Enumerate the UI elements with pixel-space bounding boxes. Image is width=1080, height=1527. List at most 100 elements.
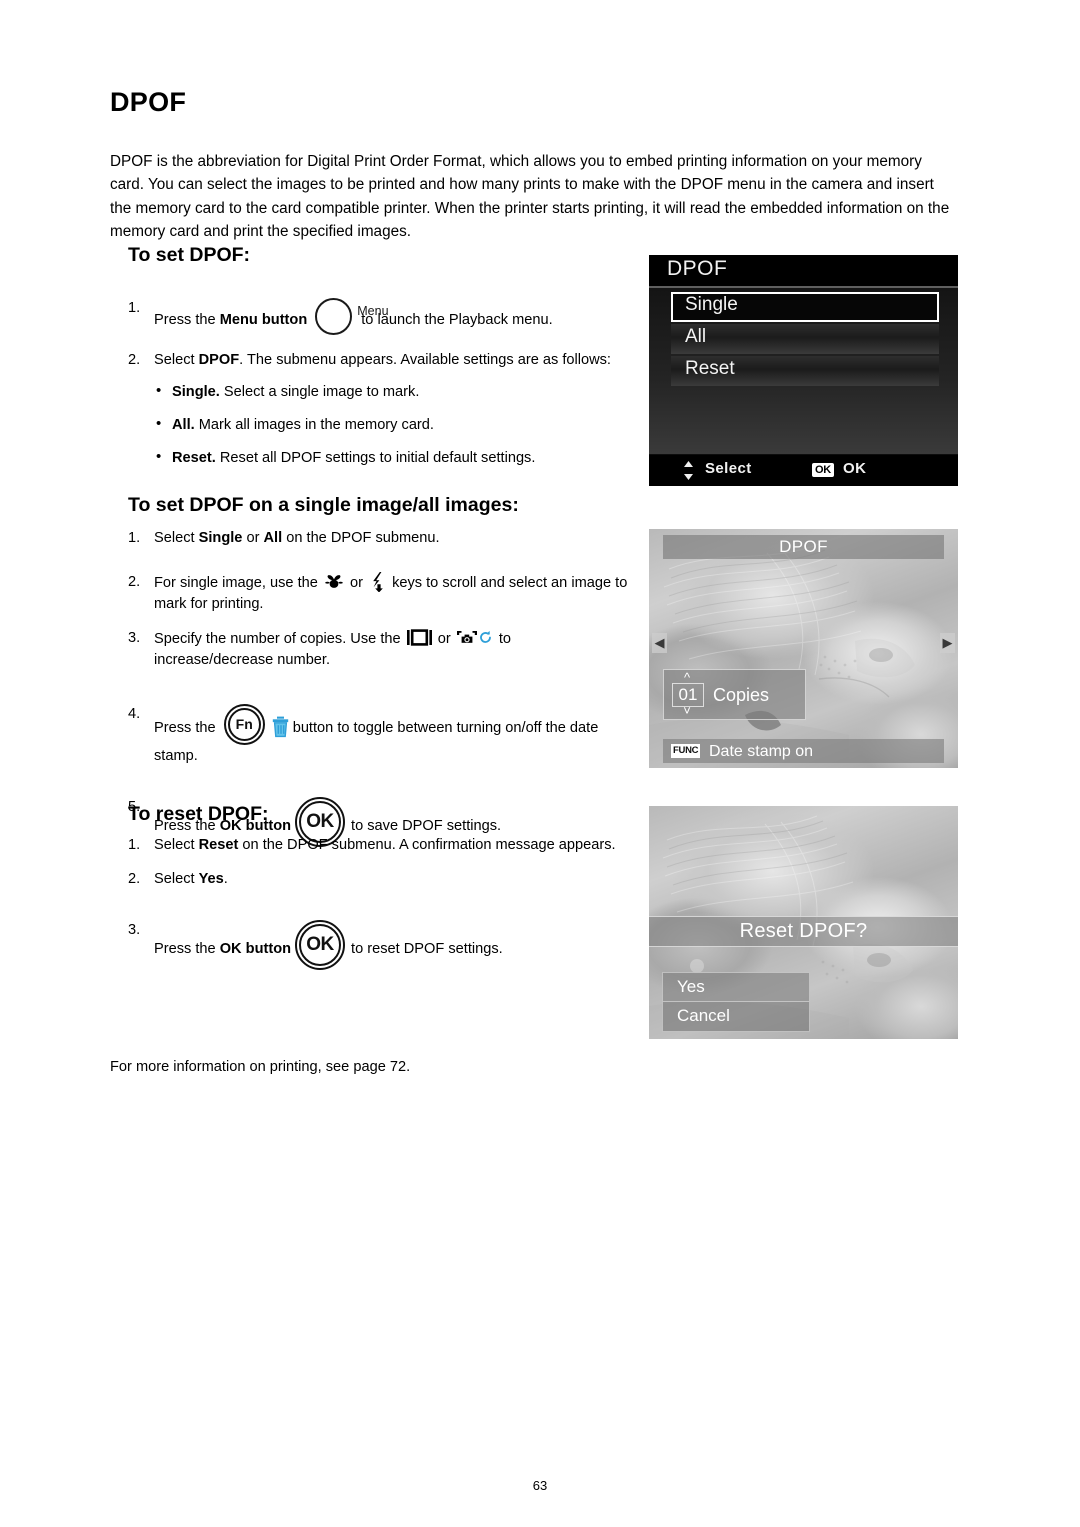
step-text-post: button to toggle between turning on/off … xyxy=(154,719,599,764)
chevron-down-icon[interactable]: ˅ xyxy=(676,704,698,717)
step-text-pre: For single image, use the xyxy=(154,574,322,591)
menu-item-label: Reset xyxy=(685,358,735,379)
step-number: 3. xyxy=(128,922,141,938)
step-text-post: to launch the Playback menu. xyxy=(361,312,553,328)
date-stamp-status: Date stamp on xyxy=(709,743,814,760)
step-text-post: to reset DPOF settings. xyxy=(351,941,503,957)
cat-photo-fur-detail xyxy=(649,543,915,768)
screenshot-dpof-menu: DPOF Single All Reset Select OK OK xyxy=(649,255,958,486)
step-number: 1. xyxy=(128,300,141,316)
step-text-pre: Press the xyxy=(154,941,220,957)
trash-delete-icon xyxy=(272,716,289,738)
step-text-bold: Reset xyxy=(198,837,239,853)
menu-button-label: Menu xyxy=(357,304,389,318)
reset-option-cancel[interactable]: Cancel xyxy=(662,1002,810,1032)
step-item: 2. Select DPOF. The submenu appears. Ava… xyxy=(128,350,628,468)
step-text-post: . xyxy=(223,870,228,887)
reset-option-yes[interactable]: Yes xyxy=(662,972,810,1002)
page-number: 63 xyxy=(532,1478,548,1493)
rotate-arrow-icon xyxy=(478,630,493,645)
step-text-post: . The submenu appears. Available setting… xyxy=(239,352,611,368)
list-item: Reset. Reset all DPOF settings to initia… xyxy=(154,447,628,468)
step-text-pre: Select xyxy=(154,837,199,853)
step-item: 3. Specify the number of copies. Use the… xyxy=(128,628,628,672)
menu-item-single[interactable]: Single xyxy=(671,292,939,322)
step-text-bold: Yes xyxy=(198,870,224,887)
steps-to-reset-dpof: 1. Select Reset on the DPOF submenu. A c… xyxy=(128,835,628,979)
list-item: Single. Select a single image to mark. xyxy=(154,381,628,402)
section-heading-to-set-dpof: To set DPOF: xyxy=(128,244,251,266)
step-text-bold-single: Single xyxy=(198,530,243,546)
macro-flower-icon xyxy=(324,573,344,591)
lcd-title-bar: DPOF xyxy=(649,255,958,288)
section-heading-to-reset-dpof: To reset DPOF: xyxy=(128,803,269,825)
step-item: 2. For single image, use the or keys to … xyxy=(128,571,628,616)
ok-key-badge: OK xyxy=(812,463,834,477)
next-image-arrow-icon[interactable]: ▶ xyxy=(940,633,955,653)
step-number: 1. xyxy=(128,530,141,546)
step-text-bold: OK button xyxy=(219,941,292,957)
screenshot-dpof-reset-confirm: Reset DPOF? Yes Cancel xyxy=(649,806,958,1039)
copies-label: Copies xyxy=(713,685,770,705)
fn-button-icon: Fn xyxy=(223,703,268,746)
reset-confirm-prompt: Reset DPOF? xyxy=(649,916,958,947)
previous-image-arrow-icon[interactable]: ◀ xyxy=(652,633,667,653)
step-number: 2. xyxy=(128,870,141,887)
intro-paragraph: DPOF is the abbreviation for Digital Pri… xyxy=(110,152,950,241)
bullet-text: Select a single image to mark. xyxy=(223,383,420,400)
step-number: 3. xyxy=(128,629,141,646)
page-content: DPOF DPOF is the abbreviation for Digita… xyxy=(110,87,970,244)
bullet-term: Reset. xyxy=(172,449,216,466)
chevron-up-icon[interactable]: ^ xyxy=(676,671,698,684)
step-text-mid: or xyxy=(242,530,264,546)
step-text-post: on the DPOF submenu. A confirmation mess… xyxy=(238,837,616,853)
ordered-steps: 1. Select Reset on the DPOF submenu. A c… xyxy=(128,835,628,970)
bullet-text: Reset all DPOF settings to initial defau… xyxy=(219,449,536,466)
step-text-pre: Select xyxy=(154,352,199,368)
lcd-menu-body: Single All Reset xyxy=(649,288,958,454)
steps-to-set-dpof: 1. Press the Menu button Menu to launch … xyxy=(128,298,628,481)
step-number: 4. xyxy=(128,705,141,722)
step-item: 4. Press the Fn button to toggle between… xyxy=(128,703,628,768)
step-text-mid: or xyxy=(433,630,455,647)
step-text-pre: Press the xyxy=(154,719,220,736)
status-select-label: Select xyxy=(705,460,752,477)
step-number: 2. xyxy=(128,352,141,368)
step-item: 3. Press the OK button OK to reset DPOF … xyxy=(128,920,628,970)
step-text-pre: Select xyxy=(154,530,199,546)
page-title: DPOF xyxy=(110,87,187,117)
step-text-post: on the DPOF submenu. xyxy=(282,530,440,546)
menu-item-all[interactable]: All xyxy=(671,324,939,354)
step-number: 1. xyxy=(128,837,141,853)
fn-button-label: Fn xyxy=(235,715,253,732)
step-item: 2. Select Yes. xyxy=(128,869,628,891)
step-text-pre: Select xyxy=(154,870,199,887)
ordered-steps: 1. Select Single or All on the DPOF subm… xyxy=(128,528,628,847)
step-text-pre: Specify the number of copies. Use the xyxy=(154,630,405,647)
step-number: 2. xyxy=(128,573,141,590)
step-text-bold: Menu button xyxy=(219,312,308,328)
step-text-pre: Press the xyxy=(154,312,220,328)
ok-button-label: OK xyxy=(306,934,334,955)
date-stamp-bar: FUNC Date stamp on xyxy=(663,739,944,763)
bullet-text: Mark all images in the memory card. xyxy=(198,416,434,433)
bullet-term: Single. xyxy=(172,383,220,400)
menu-item-label: All xyxy=(685,326,707,347)
bullet-term: All. xyxy=(172,416,195,433)
ok-button-icon: OK xyxy=(295,920,347,970)
manual-page: DPOF DPOF is the abbreviation for Digita… xyxy=(0,0,1080,1527)
menu-item-reset[interactable]: Reset xyxy=(671,356,939,386)
status-ok-label: OK xyxy=(843,460,867,477)
step-item: 1. Select Reset on the DPOF submenu. A c… xyxy=(128,835,628,857)
step-item: 1. Press the Menu button Menu to launch … xyxy=(128,298,628,338)
step-text-bold: DPOF xyxy=(198,352,240,368)
lcd-title: DPOF xyxy=(667,257,728,280)
step-text-bold-all: All xyxy=(263,530,283,546)
menu-item-label: Single xyxy=(685,294,738,315)
step-text-post: to save DPOF settings. xyxy=(351,818,502,834)
up-down-arrows-icon xyxy=(683,461,694,480)
list-item: All. Mark all images in the memory card. xyxy=(154,414,628,435)
step-text-mid: or xyxy=(345,574,368,591)
flash-bolt-icon xyxy=(370,571,385,592)
copies-stepper[interactable]: ^ 01 Copies ˅ xyxy=(663,669,806,720)
